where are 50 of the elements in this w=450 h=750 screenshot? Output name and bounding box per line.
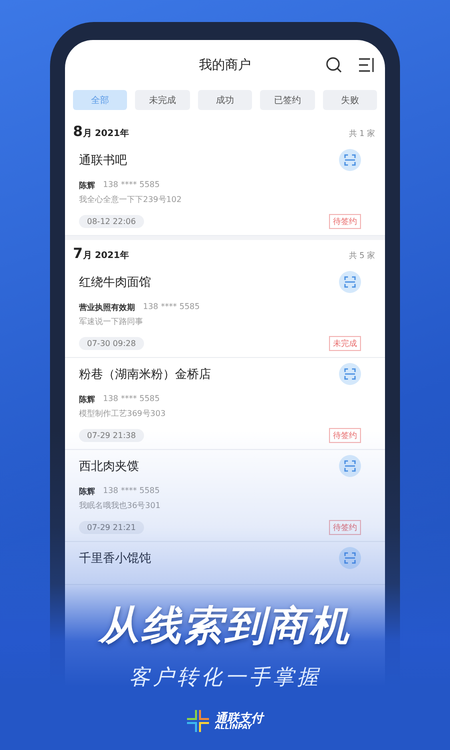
scan-icon — [344, 276, 356, 288]
address: 我眠名哦我也36号301 — [79, 500, 162, 511]
filter-tab[interactable]: 成功 — [198, 90, 252, 110]
scan-icon — [344, 368, 356, 380]
phone-number: 138 **** 5585 — [103, 394, 160, 405]
status-tag: 未完成 — [329, 336, 361, 351]
logo-icon — [185, 708, 211, 734]
merchant-name: 千里香小馄饨 — [79, 550, 151, 566]
scan-button[interactable] — [339, 149, 361, 171]
address: 我全心全意一下下239号102 — [79, 194, 183, 205]
subheadline: 客户转化一手掌握 — [129, 664, 321, 691]
phone-number: 138 **** 5585 — [103, 180, 160, 191]
contact-name: 营业执照有效期 — [79, 302, 135, 313]
time-pill: 07-29 21:21 — [79, 521, 144, 534]
month-heading: 8月 2021年 — [73, 124, 129, 140]
merchant-name: 粉巷（湖南米粉）金桥店 — [79, 366, 211, 382]
address: 军速说一下路同事 — [79, 316, 144, 327]
time-pill: 07-29 21:38 — [79, 429, 144, 442]
contact-name: 陈辉 — [79, 180, 95, 191]
filter-tab[interactable]: 已签约 — [260, 90, 315, 110]
contact-name: 陈辉 — [79, 394, 95, 405]
status-tag: 待签约 — [329, 428, 361, 443]
time-pill: 07-30 09:28 — [79, 337, 144, 350]
address: 模型制作工艺369号303 — [79, 408, 167, 419]
scan-icon — [344, 154, 356, 166]
scan-button[interactable] — [339, 547, 361, 569]
scan-icon — [344, 552, 356, 564]
filter-tab[interactable]: 失败 — [322, 90, 378, 110]
menu-icon[interactable] — [357, 56, 375, 74]
search-icon[interactable] — [325, 56, 343, 74]
merchant-count: 共 5 家 — [348, 250, 375, 261]
merchant-name: 西北肉夹馍 — [79, 458, 139, 474]
phone-number: 138 **** 5585 — [143, 302, 200, 313]
status-tag: 待签约 — [329, 214, 361, 229]
filter-tab[interactable]: 未完成 — [135, 90, 190, 110]
page-title: 我的商户 — [199, 57, 251, 74]
time-pill: 08-12 22:06 — [79, 215, 144, 228]
brand-name: 通联支付 — [215, 712, 263, 724]
scan-button[interactable] — [339, 271, 361, 293]
month-heading: 7月 2021年 — [73, 246, 129, 262]
phone-number: 138 **** 5585 — [103, 486, 160, 497]
scan-icon — [344, 460, 356, 472]
contact-name: 陈辉 — [79, 486, 95, 497]
scan-button[interactable] — [339, 363, 361, 385]
merchant-name: 红绕牛肉面馆 — [79, 274, 151, 290]
merchant-name: 通联书吧 — [79, 152, 127, 168]
scan-button[interactable] — [339, 455, 361, 477]
status-tag: 待签约 — [329, 520, 361, 535]
headline: 从线索到商机 — [99, 602, 351, 651]
merchant-count: 共 1 家 — [348, 128, 375, 139]
